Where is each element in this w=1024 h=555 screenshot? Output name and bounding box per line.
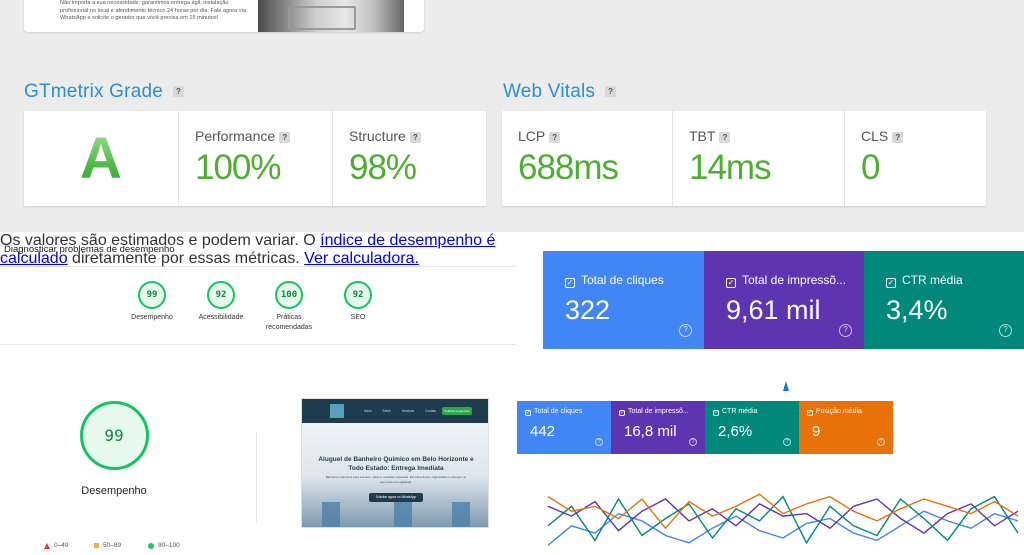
- legend-good: 90–100: [148, 542, 180, 549]
- tile-label: Total de cliques: [534, 408, 583, 415]
- web-vitals-title: Web Vitals?: [503, 81, 617, 103]
- tile-label: Total de impressõ...: [742, 273, 847, 287]
- calculator-link[interactable]: Ver calculadora.: [304, 250, 419, 267]
- tile-label: CTR média: [722, 408, 758, 415]
- checkbox-icon: ✓: [565, 278, 575, 288]
- tile-total-clicks[interactable]: ✓ Total de cliques 322 ?: [543, 251, 704, 349]
- gtmetrix-grade-card: A Performance? 100% Structure? 98%: [24, 111, 486, 206]
- preview-stall: [452, 502, 470, 527]
- tbt-label: TBT: [689, 128, 716, 144]
- tile-avg-ctr[interactable]: ✓ CTR média 3,4% ?: [864, 251, 1024, 349]
- grade-letter: A: [80, 126, 122, 191]
- legend-poor: 0–49: [44, 542, 68, 549]
- help-icon[interactable]: ?: [605, 86, 617, 98]
- tile-label: Total de cliques: [581, 273, 664, 287]
- chart-spike-marker: [783, 381, 789, 391]
- gtmetrix-grade-title: GTmetrix Grade?: [24, 81, 184, 103]
- lcp-value: 688ms: [518, 148, 619, 187]
- web-vitals-card: LCP? 688ms TBT? 14ms CLS? 0: [502, 111, 986, 206]
- checkbox-icon: ✓: [807, 410, 813, 416]
- circle-icon: [148, 542, 154, 549]
- preview-cta: Solicitar agora no WhatsApp: [369, 493, 423, 502]
- preview-menu: Início Sobre Serviços Contato: [364, 409, 437, 413]
- help-icon[interactable]: ?: [999, 324, 1012, 337]
- cls-metric: CLS? 0: [844, 111, 986, 206]
- tile-value: 16,8 mil: [624, 423, 677, 440]
- tile-value: 2,6%: [718, 423, 753, 440]
- help-icon[interactable]: ?: [783, 438, 791, 446]
- tile-total-impressions[interactable]: ✓ Total de impressõ... 9,61 mil ?: [704, 251, 864, 349]
- lcp-label: LCP: [518, 128, 546, 144]
- help-icon[interactable]: ?: [877, 438, 885, 446]
- tile-label: CTR média: [902, 273, 963, 287]
- cls-label: CLS: [861, 128, 889, 144]
- tile-small-total-impressions[interactable]: ✓ Total de impressõ... 16,8 mil ?: [611, 401, 705, 454]
- structure-value: 98%: [349, 148, 417, 187]
- legend-average: 50–89: [94, 542, 121, 549]
- help-icon[interactable]: ?: [839, 324, 852, 337]
- preview-stall: [394, 502, 412, 527]
- performance-metric: Performance? 100%: [178, 111, 332, 206]
- help-icon[interactable]: ?: [173, 86, 184, 98]
- checkbox-icon: ✓: [713, 410, 719, 416]
- help-icon[interactable]: ?: [719, 131, 731, 143]
- tbt-metric: TBT? 14ms: [672, 111, 844, 206]
- tile-value: 9: [812, 423, 821, 440]
- square-icon: [94, 543, 99, 548]
- checkbox-icon: ✓: [726, 278, 736, 288]
- help-icon[interactable]: ?: [409, 131, 421, 143]
- preview-nav-button: Solicitar orçamento: [442, 407, 472, 415]
- checkbox-icon: ✓: [886, 278, 896, 288]
- help-icon[interactable]: ?: [279, 131, 291, 143]
- generator-image: [258, 0, 404, 32]
- tile-label: Total de impressõ...: [628, 408, 689, 415]
- tile-value: 442: [530, 423, 556, 440]
- chart-series-line-2: [547, 495, 1019, 545]
- help-icon[interactable]: ?: [892, 131, 904, 143]
- preview-navbar: Início Sobre Serviços Contato Solicitar …: [302, 399, 488, 423]
- help-icon[interactable]: ?: [679, 324, 692, 337]
- structure-metric: Structure? 98%: [332, 111, 486, 206]
- triangle-icon: [44, 542, 50, 549]
- tile-small-total-clicks[interactable]: ✓ Total de cliques 442 ?: [517, 401, 611, 454]
- tile-value: 3,4%: [886, 295, 948, 325]
- site-preview-card: Não importa a sua necessidade: garantimo…: [24, 0, 424, 32]
- performance-line-chart: [547, 493, 1019, 546]
- cls-value: 0: [861, 148, 880, 187]
- preview-title: Aluguel de Banheiro Químico em Belo Hori…: [318, 456, 474, 472]
- tile-small-avg-position[interactable]: ✓ Posição média 9 ?: [799, 401, 893, 454]
- preview-logo: [330, 404, 344, 418]
- help-icon[interactable]: ?: [689, 438, 697, 446]
- preview-text: Banheiros químicos para eventos, obras e…: [325, 475, 467, 484]
- structure-label: Structure: [349, 128, 406, 144]
- tbt-value: 14ms: [689, 148, 772, 187]
- checkbox-icon: ✓: [525, 410, 531, 416]
- performance-value: 100%: [195, 148, 282, 187]
- help-icon[interactable]: ?: [595, 438, 603, 446]
- tile-label: Posição média: [816, 408, 862, 415]
- tile-value: 322: [565, 295, 611, 325]
- site-preview-text: Não importa a sua necessidade: garantimo…: [60, 0, 246, 21]
- chart-series-line-1: [547, 498, 1019, 534]
- performance-label: Performance: [195, 128, 276, 144]
- page-screenshot-preview: Início Sobre Serviços Contato Solicitar …: [301, 398, 489, 528]
- preview-stall: [322, 502, 340, 527]
- tile-value: 9,61 mil: [726, 295, 821, 325]
- checkbox-icon: ✓: [619, 410, 625, 416]
- help-icon[interactable]: ?: [549, 131, 561, 143]
- lcp-metric: LCP? 688ms: [502, 111, 672, 206]
- tile-small-avg-ctr[interactable]: ✓ CTR média 2,6% ?: [705, 401, 799, 454]
